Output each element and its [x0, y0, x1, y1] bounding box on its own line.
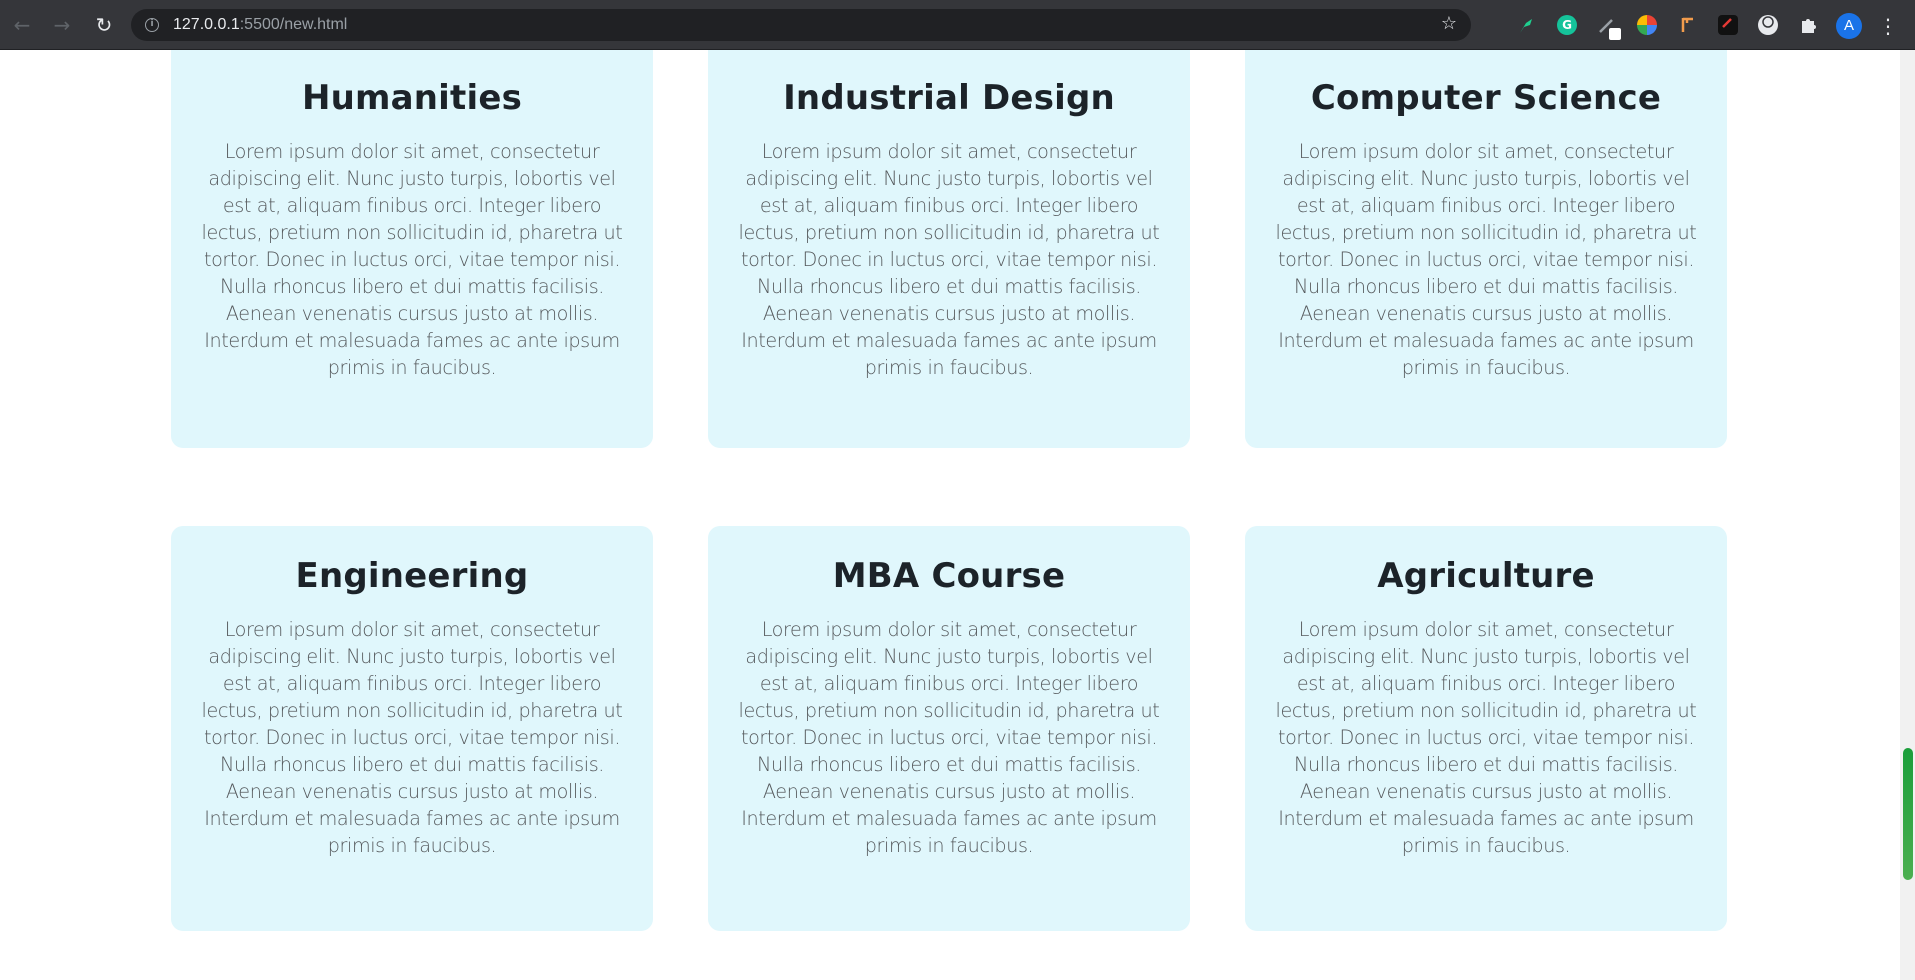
back-icon[interactable]: ← [6, 9, 38, 41]
info-icon[interactable]: i [145, 18, 159, 32]
grammarly-extension-icon[interactable]: G [1555, 13, 1579, 37]
extension-puzzle-icon[interactable] [1796, 13, 1820, 37]
card-title: Humanities [301, 78, 523, 118]
grammarly-icon: G [1557, 15, 1577, 35]
course-card: Computer Science Lorem ipsum dolor sit a… [1245, 50, 1727, 448]
url-path: :5500/new.html [239, 16, 348, 33]
course-card: Agriculture Lorem ipsum dolor sit amet, … [1245, 526, 1727, 931]
badge-icon [1609, 28, 1621, 40]
address-bar[interactable]: i 127.0.0.1:5500/new.html ☆ [131, 9, 1471, 41]
card-title: Computer Science [1310, 78, 1662, 118]
card-description: Lorem ipsum dolor sit amet, consectetur … [738, 618, 1160, 857]
avatar[interactable]: A [1836, 13, 1862, 39]
scrollbar-thumb[interactable] [1903, 748, 1913, 880]
color-extension-icon[interactable] [1635, 13, 1659, 37]
page-content: Humanities Lorem ipsum dolor sit amet, c… [0, 50, 1900, 980]
card-description: Lorem ipsum dolor sit amet, consectetur … [738, 140, 1160, 379]
eyedropper-icon [1718, 15, 1738, 35]
card-title: MBA Course [832, 556, 1066, 596]
card-description: Lorem ipsum dolor sit amet, consectetur … [1275, 140, 1697, 379]
face-icon [1758, 15, 1778, 35]
course-card: Engineering Lorem ipsum dolor sit amet, … [171, 526, 653, 931]
forward-icon[interactable]: → [46, 9, 78, 41]
feather-extension-icon[interactable] [1514, 13, 1538, 37]
card-description: Lorem ipsum dolor sit amet, consectetur … [201, 140, 623, 379]
browser-toolbar: ← → ↻ i 127.0.0.1:5500/new.html ☆ G A ⋮ [0, 0, 1915, 50]
card-title: Agriculture [1377, 556, 1595, 596]
card-title: Industrial Design [783, 78, 1115, 118]
vertical-scrollbar[interactable] [1900, 50, 1915, 980]
url-text[interactable]: 127.0.0.1:5500/new.html [173, 16, 347, 34]
face-extension-icon[interactable] [1756, 13, 1780, 37]
url-host: 127.0.0.1 [173, 16, 240, 33]
card-description: Lorem ipsum dolor sit amet, consectetur … [1275, 618, 1697, 857]
eyedropper-extension-icon[interactable] [1716, 13, 1740, 37]
star-icon[interactable]: ☆ [1441, 13, 1457, 34]
card-description: Lorem ipsum dolor sit amet, consectetur … [201, 618, 623, 857]
color-wheel-icon [1637, 15, 1657, 35]
pen-extension-icon[interactable] [1595, 13, 1621, 40]
course-card: Industrial Design Lorem ipsum dolor sit … [708, 50, 1190, 448]
kebab-menu-icon[interactable]: ⋮ [1876, 12, 1900, 40]
card-title: Engineering [295, 556, 529, 596]
course-card: MBA Course Lorem ipsum dolor sit amet, c… [708, 526, 1190, 931]
reload-icon[interactable]: ↻ [88, 9, 120, 41]
course-card: Humanities Lorem ipsum dolor sit amet, c… [171, 50, 653, 448]
ruler-extension-icon[interactable] [1676, 13, 1700, 37]
